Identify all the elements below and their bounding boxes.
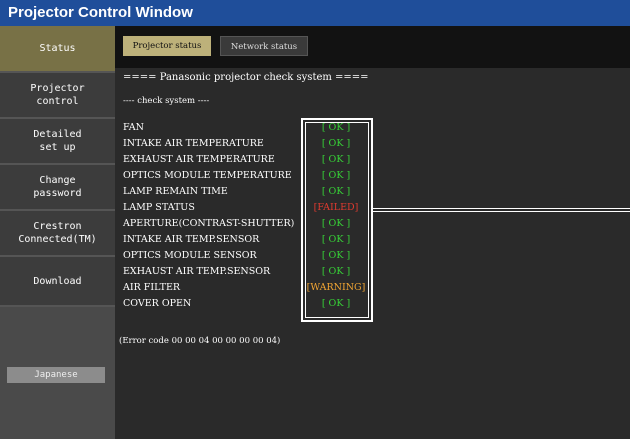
check-label: OPTICS MODULE SENSOR <box>123 250 257 261</box>
check-label: LAMP REMAIN TIME <box>123 186 228 197</box>
check-system-heading: ==== Panasonic projector check system ==… <box>123 72 369 83</box>
check-label: EXHAUST AIR TEMP.SENSOR <box>123 266 271 277</box>
failed-callout-line <box>373 208 630 212</box>
nav-change-password[interactable]: Change password <box>0 165 115 211</box>
nav-status[interactable]: Status <box>0 26 115 73</box>
japanese-button[interactable]: Japanese <box>7 367 105 383</box>
nav-crestron-connected[interactable]: Crestron Connected(TM) <box>0 211 115 257</box>
nav-projector-control[interactable]: Projector control <box>0 73 115 119</box>
nav-detailed-set-up[interactable]: Detailed set up <box>0 119 115 165</box>
window-title: Projector Control Window <box>0 0 630 26</box>
main-panel: Projector status Network status ==== Pan… <box>115 26 630 439</box>
sidebar: Status Projector control Detailed set up… <box>0 26 115 439</box>
check-label: LAMP STATUS <box>123 202 195 213</box>
check-label: INTAKE AIR TEMP.SENSOR <box>123 234 260 245</box>
nav-download[interactable]: Download <box>0 257 115 307</box>
check-label: EXHAUST AIR TEMPERATURE <box>123 154 275 165</box>
check-label: AIR FILTER <box>123 282 181 293</box>
tab-bar: Projector status Network status <box>115 26 630 68</box>
check-label: APERTURE(CONTRAST-SHUTTER) <box>123 218 295 229</box>
check-label: COVER OPEN <box>123 298 192 309</box>
check-system-subheading: ---- check system ---- <box>123 96 210 106</box>
error-code: (Error code 00 00 04 00 00 00 00 04) <box>119 336 281 346</box>
tab-projector-status[interactable]: Projector status <box>123 36 211 56</box>
check-label: FAN <box>123 122 144 133</box>
tab-network-status[interactable]: Network status <box>220 36 308 56</box>
check-label: OPTICS MODULE TEMPERATURE <box>123 170 292 181</box>
status-highlight-frame-inner <box>305 122 369 318</box>
check-label: INTAKE AIR TEMPERATURE <box>123 138 264 149</box>
